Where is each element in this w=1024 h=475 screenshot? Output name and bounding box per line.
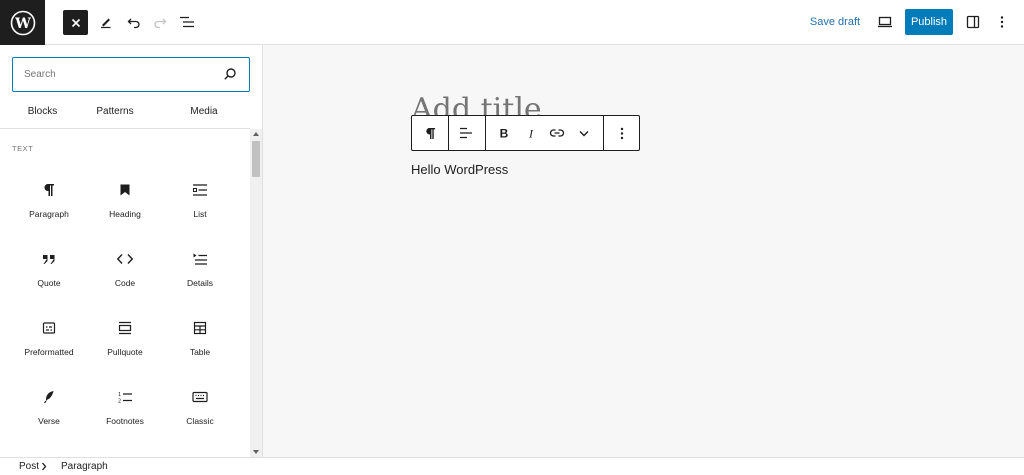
paragraph-icon (425, 127, 435, 139)
toolbar-separator (603, 116, 604, 150)
link-icon (549, 129, 565, 137)
pencil-icon (101, 18, 111, 29)
block-quote[interactable]: Quote (11, 242, 87, 306)
block-classic[interactable]: Classic (162, 380, 238, 444)
tab-blocks[interactable]: Blocks (0, 99, 85, 129)
block-list[interactable]: List (162, 173, 238, 237)
block-table[interactable]: Table (162, 311, 238, 375)
editor-canvas: Add title B I Hello WordPress (263, 45, 1024, 457)
footnotes-icon: 1 2 (116, 388, 134, 406)
block-details[interactable]: Details (162, 242, 238, 306)
publish-button[interactable]: Publish (905, 9, 953, 35)
scroll-down-arrow-icon[interactable] (253, 450, 259, 454)
preview-button[interactable] (875, 8, 895, 36)
redo-icon (154, 18, 167, 29)
block-heading[interactable]: Heading (87, 173, 163, 237)
italic-button[interactable]: I (517, 119, 545, 147)
close-icon (71, 18, 80, 27)
block-type-button[interactable] (416, 119, 444, 147)
save-draft-button[interactable]: Save draft (806, 8, 864, 36)
link-button[interactable] (543, 119, 571, 147)
section-label-text: TEXT (12, 144, 34, 153)
block-toolbar: B I (411, 115, 640, 151)
chevron-down-icon (579, 130, 589, 136)
document-overview-button[interactable] (177, 8, 197, 36)
block-verse[interactable]: Verse (11, 380, 87, 444)
undo-button[interactable] (125, 8, 143, 36)
redo-button[interactable] (151, 8, 169, 36)
classic-icon (191, 388, 209, 406)
block-footnotes[interactable]: 1 2 Footnotes (87, 380, 163, 444)
details-icon (191, 250, 209, 268)
list-view-icon (180, 16, 194, 28)
editor-header: W Save draft Publish (0, 0, 1024, 45)
search-icon[interactable] (223, 67, 237, 81)
svg-text:2: 2 (118, 399, 121, 405)
sidebar-toggle-icon (966, 15, 980, 29)
paragraph-block[interactable]: Hello WordPress (411, 162, 508, 177)
list-icon (191, 181, 209, 199)
table-icon (191, 319, 209, 337)
block-options-button[interactable] (608, 119, 636, 147)
block-pullquote[interactable]: Pullquote (87, 311, 163, 375)
italic-icon: I (528, 127, 534, 139)
tab-patterns[interactable]: Patterns (75, 99, 155, 129)
pullquote-icon (116, 319, 134, 337)
tab-media[interactable]: Media (165, 99, 243, 129)
heading-icon (116, 181, 134, 199)
block-preformatted[interactable]: Preformatted (11, 311, 87, 375)
wordpress-logo-button[interactable]: W (0, 0, 45, 45)
paragraph-icon (40, 181, 58, 199)
settings-sidebar-button[interactable] (963, 8, 983, 36)
bold-icon: B (500, 127, 509, 139)
scroll-thumb[interactable] (252, 141, 260, 177)
breadcrumb-post[interactable]: Post (19, 461, 39, 472)
more-formatting-button[interactable] (570, 119, 598, 147)
bold-button[interactable]: B (490, 119, 518, 147)
toolbar-separator (485, 116, 486, 150)
inserter-tabs: Blocks Patterns Media (0, 99, 250, 129)
search-box (12, 57, 250, 92)
quote-icon (40, 250, 58, 268)
inserter-scrollbar[interactable] (250, 129, 262, 457)
more-vertical-icon (1000, 16, 1004, 28)
tools-button[interactable] (97, 8, 115, 36)
svg-text:B: B (500, 127, 509, 139)
block-inserter-panel: Blocks Patterns Media TEXT Paragraph Hea… (0, 45, 263, 457)
options-menu-button[interactable] (994, 8, 1010, 36)
align-button[interactable] (452, 119, 480, 147)
code-icon (116, 250, 134, 268)
svg-text:W: W (14, 16, 31, 32)
close-inserter-button[interactable] (63, 10, 88, 35)
desktop-preview-icon (878, 16, 892, 28)
block-paragraph[interactable]: Paragraph (11, 173, 87, 237)
undo-icon (127, 18, 140, 29)
block-code[interactable]: Code (87, 242, 163, 306)
toolbar-separator (448, 116, 449, 150)
breadcrumb: Post Paragraph (0, 457, 1024, 475)
chevron-right-icon (42, 462, 47, 471)
preformatted-icon (40, 319, 58, 337)
scroll-up-arrow-icon[interactable] (253, 132, 259, 136)
more-vertical-icon (620, 127, 624, 139)
search-input[interactable] (13, 58, 213, 90)
tabs-divider (0, 128, 250, 129)
svg-text:1: 1 (118, 392, 121, 398)
breadcrumb-paragraph[interactable]: Paragraph (61, 461, 108, 472)
wordpress-logo-icon: W (10, 10, 35, 35)
align-left-icon (460, 127, 472, 139)
verse-icon (40, 388, 58, 406)
svg-text:I: I (528, 127, 534, 139)
